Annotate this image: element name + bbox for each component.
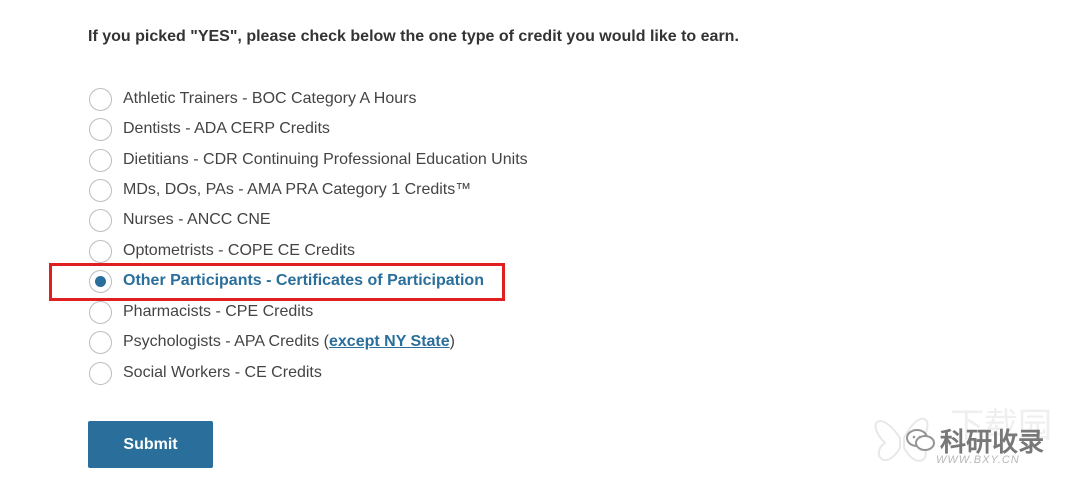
- option-label-text: Psychologists - APA Credits (: [123, 333, 329, 350]
- option-label: Psychologists - APA Credits (except NY S…: [123, 333, 455, 351]
- option-label: MDs, DOs, PAs - AMA PRA Category 1 Credi…: [123, 181, 472, 198]
- radio-button[interactable]: [89, 178, 112, 202]
- radio-button[interactable]: [89, 208, 112, 232]
- option-optometrists[interactable]: Optometrists - COPE CE Credits: [89, 236, 355, 266]
- radio-button[interactable]: [89, 361, 112, 385]
- option-label-suffix: ): [449, 333, 455, 350]
- question-text: If you picked "YES", please check below …: [88, 28, 739, 45]
- radio-button[interactable]: [89, 239, 112, 263]
- option-psychologists[interactable]: Psychologists - APA Credits (except NY S…: [89, 327, 455, 357]
- option-social-workers[interactable]: Social Workers - CE Credits: [89, 358, 322, 388]
- except-ny-state-link[interactable]: except NY State: [329, 333, 450, 350]
- option-label: Dietitians - CDR Continuing Professional…: [123, 151, 528, 168]
- option-nurses[interactable]: Nurses - ANCC CNE: [89, 205, 271, 235]
- option-label: Nurses - ANCC CNE: [123, 211, 271, 228]
- watermark: 下载园 科研收录 WWW.BXY.CN: [860, 398, 1070, 478]
- option-dietitians[interactable]: Dietitians - CDR Continuing Professional…: [89, 145, 528, 175]
- option-label: Optometrists - COPE CE Credits: [123, 242, 356, 259]
- option-label: Dentists - ADA CERP Credits: [123, 120, 330, 137]
- option-mds-dos-pas[interactable]: MDs, DOs, PAs - AMA PRA Category 1 Credi…: [89, 175, 471, 205]
- watermark-url: WWW.BXY.CN: [936, 454, 1020, 466]
- option-label: Social Workers - CE Credits: [123, 364, 322, 381]
- red-highlight-box: [49, 263, 505, 301]
- radio-button[interactable]: [89, 87, 112, 111]
- option-label: Athletic Trainers - BOC Category A Hours: [123, 90, 417, 107]
- submit-button[interactable]: Submit: [88, 421, 213, 468]
- wechat-icon: [906, 429, 935, 451]
- option-label: Pharmacists - CPE Credits: [123, 303, 314, 320]
- option-athletic-trainers[interactable]: Athletic Trainers - BOC Category A Hours: [89, 84, 416, 114]
- radio-button[interactable]: [89, 117, 112, 141]
- radio-button[interactable]: [89, 300, 112, 324]
- radio-button[interactable]: [89, 148, 112, 172]
- option-pharmacists[interactable]: Pharmacists - CPE Credits: [89, 297, 313, 327]
- option-dentists[interactable]: Dentists - ADA CERP Credits: [89, 114, 330, 144]
- radio-button[interactable]: [89, 330, 112, 354]
